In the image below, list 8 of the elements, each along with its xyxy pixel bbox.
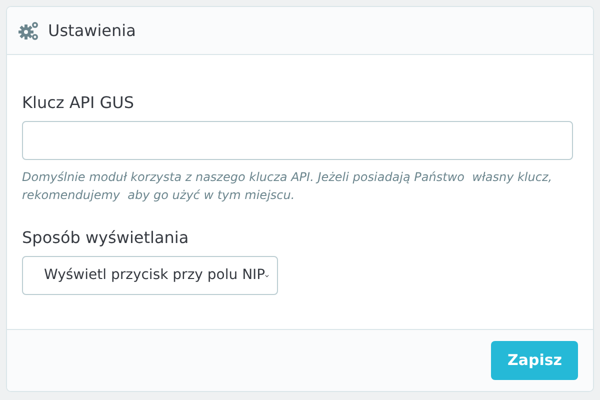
- gears-icon: [18, 20, 40, 40]
- chevron-down-icon: [265, 272, 269, 278]
- field-label: Klucz API GUS: [22, 92, 134, 114]
- field-label: Sposób wyświetlania: [22, 227, 189, 249]
- input-field[interactable]: [22, 121, 573, 160]
- help-text: Domyślnie moduł korzysta z naszego klucza API. Jeżeli posiadają Państwo własny klucz, rekomendujemy aby go użyć w tym miejscu.: [22, 169, 554, 204]
- panel-title: Ustawienia: [48, 20, 136, 42]
- select-dropdown[interactable]: Wyświetl przycisk przy polu NIP: [22, 256, 278, 295]
